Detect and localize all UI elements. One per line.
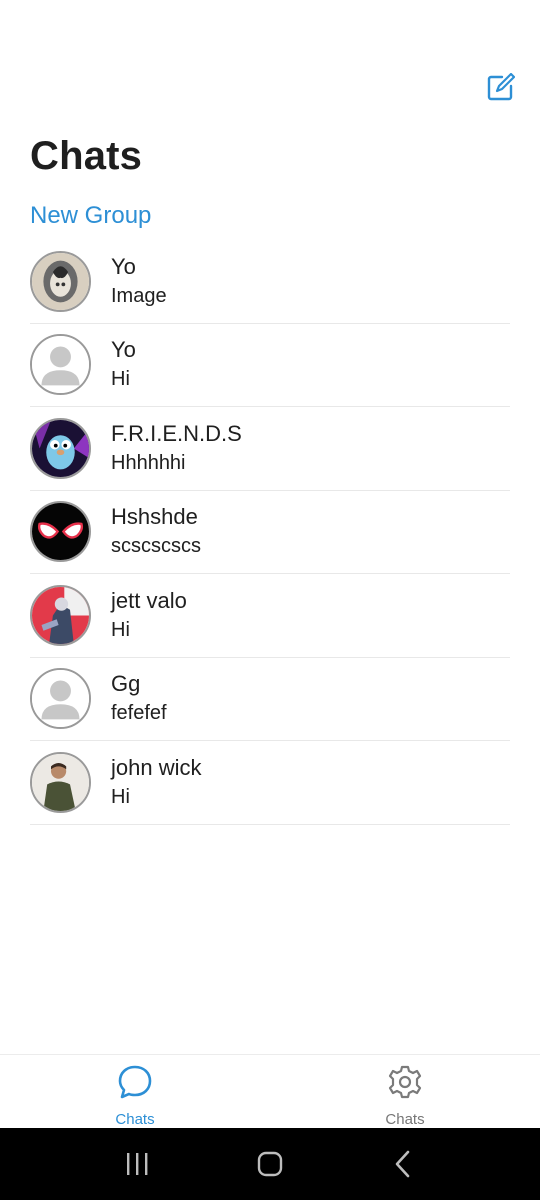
chat-row[interactable]: Yo Image xyxy=(30,240,510,324)
chat-name: Hshshde xyxy=(111,504,198,530)
back-icon xyxy=(396,1150,410,1178)
chat-row[interactable]: F.R.I.E.N.D.S Hhhhhhi xyxy=(30,407,510,491)
chat-last-message: Hi xyxy=(111,618,130,641)
person-placeholder-icon xyxy=(32,336,89,394)
chat-name: jett valo xyxy=(111,587,187,613)
compose-icon xyxy=(487,73,515,101)
home-button[interactable] xyxy=(250,1144,290,1184)
person-placeholder-icon xyxy=(32,670,89,728)
compose-button[interactable] xyxy=(484,72,516,104)
spider-mask-avatar-image xyxy=(32,503,89,561)
recent-apps-icon xyxy=(126,1153,148,1175)
chat-name: Yo xyxy=(111,253,136,279)
recent-apps-button[interactable] xyxy=(117,1144,157,1184)
chat-row[interactable]: jett valo Hi xyxy=(30,574,510,658)
back-button[interactable] xyxy=(383,1144,423,1184)
home-icon xyxy=(257,1151,283,1177)
chat-row[interactable]: john wick Hi xyxy=(30,741,510,825)
chat-last-message: scscscscs xyxy=(111,535,201,558)
avatar xyxy=(30,751,91,813)
chat-name: F.R.I.E.N.D.S xyxy=(111,420,242,446)
chat-name: Gg xyxy=(111,671,141,697)
chat-row[interactable]: Hshshde scscscscs xyxy=(30,491,510,574)
chat-row[interactable]: Gg fefefef xyxy=(30,658,510,741)
chat-last-message: fefefef xyxy=(111,702,167,725)
chat-name: john wick xyxy=(111,754,202,780)
character-avatar-image xyxy=(32,586,89,644)
chat-row[interactable]: Yo Hi xyxy=(30,324,510,407)
avatar xyxy=(30,417,91,479)
avatar xyxy=(30,334,91,396)
photo-avatar-image xyxy=(32,252,89,310)
tab-label: Chats xyxy=(115,1111,155,1128)
person-photo-avatar-image xyxy=(32,753,89,811)
avatar xyxy=(30,584,91,646)
avatar xyxy=(30,250,91,312)
bottom-nav: Chats Chats xyxy=(0,1054,540,1128)
chat-last-message: Image xyxy=(111,284,167,307)
chat-list: Yo Image Yo Hi F.R.I.E.N.D.S Hhhhhhi Hsh… xyxy=(30,240,510,825)
chat-last-message: Hi xyxy=(111,785,130,808)
system-navigation-bar xyxy=(0,1128,540,1200)
chat-bubble-icon xyxy=(116,1063,154,1101)
chat-name: Yo xyxy=(111,337,136,363)
tab-settings[interactable]: Chats xyxy=(270,1055,540,1128)
tab-chats[interactable]: Chats xyxy=(0,1055,270,1128)
tab-label: Chats xyxy=(385,1111,425,1128)
avatar xyxy=(30,501,91,563)
chat-last-message: Hi xyxy=(111,368,130,391)
gopher-avatar-image xyxy=(32,419,89,477)
chat-last-message: Hhhhhhi xyxy=(111,451,186,474)
page-title: Chats xyxy=(30,134,143,178)
gear-icon xyxy=(386,1063,424,1101)
new-group-link[interactable]: New Group xyxy=(30,202,151,230)
avatar xyxy=(30,668,91,730)
